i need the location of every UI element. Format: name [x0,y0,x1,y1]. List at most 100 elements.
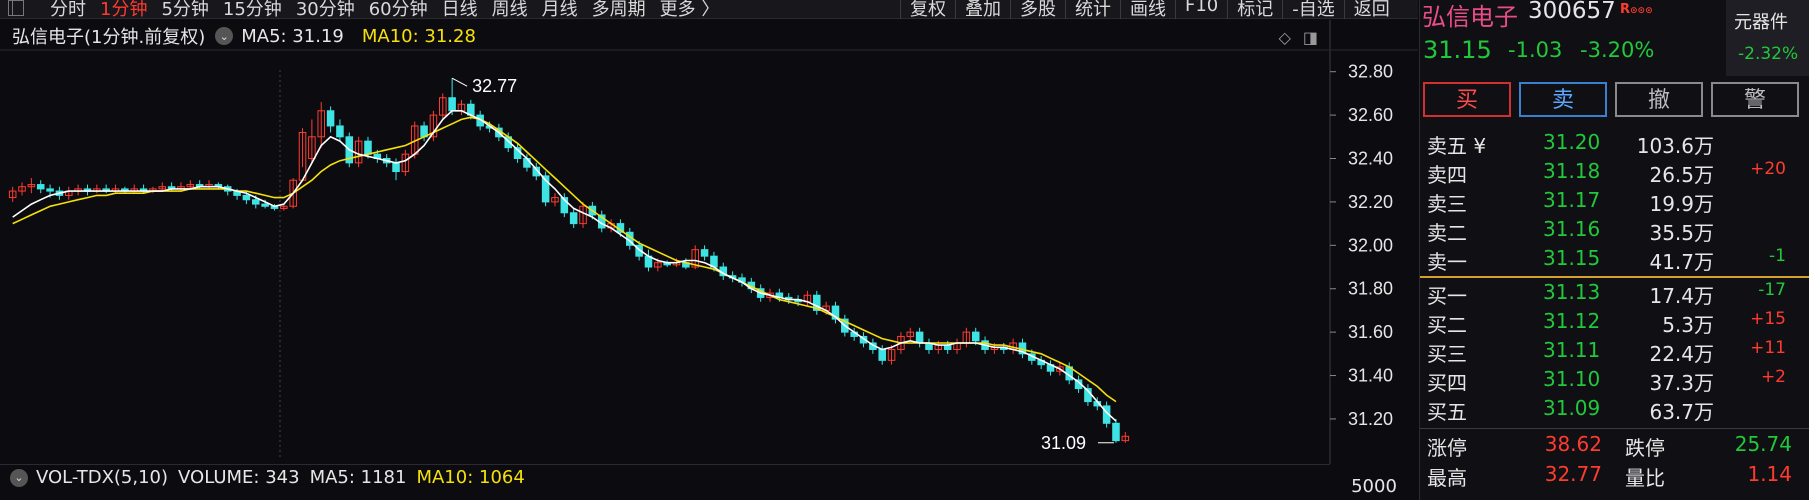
candle-body [364,140,372,155]
ask-price: 31.15 [1543,246,1601,270]
sector-change-pct: -2.32% [1738,44,1799,64]
limit-up-label: 涨停 [1427,436,1467,460]
price-alert-button[interactable]: 警 [1711,82,1799,117]
volume-ma5: MA5: 1181 [309,467,407,488]
tab-intraday[interactable]: 分时 [50,0,86,21]
ask-row: 卖三 31.17 19.9万 [1420,186,1809,216]
tab-15min[interactable]: 15分钟 [223,0,282,21]
tab-5min[interactable]: 5分钟 [161,0,208,21]
watchlist-button[interactable]: -自选 [1282,0,1344,20]
tab-60min[interactable]: 60分钟 [369,0,428,21]
back-button[interactable]: 返回 [1343,0,1399,20]
adjust-button[interactable]: 复权 [900,0,955,20]
ma10-line [12,116,1117,403]
limit-up-value: 38.62 [1544,432,1602,456]
ask-volume: 35.5万 [1649,221,1714,245]
ask-volume: 103.6万 [1636,134,1714,158]
volume-ratio-label: 量比 [1625,466,1665,490]
volume-ratio-value: 1.14 [1747,462,1792,486]
ask-volume: 26.5万 [1649,163,1714,187]
mark-button[interactable]: 标记 [1227,0,1282,20]
candle-body [326,110,335,127]
y-tick-label: 32.00 [1348,235,1393,255]
stock-code: 300657 [1528,0,1616,24]
sector-name: 元器件 [1734,12,1788,33]
ask-row: 卖一 31.15 41.7万 -1 [1420,244,1809,274]
ask-price: 31.18 [1543,159,1601,183]
stock-name: 弘信电子 [1422,3,1518,31]
y-tick-label: 32.80 [1348,62,1393,82]
period-toolbar: 分时 1分钟 5分钟 15分钟 30分钟 60分钟 日线 周线 月线 多周期 更… [0,0,1418,21]
ask-row: 卖五 ¥ 31.20 103.6万 [1420,128,1809,158]
bid-row: 买三 31.11 22.4万 +11 [1420,336,1809,366]
menu-icon[interactable] [8,0,24,16]
bid-change: +11 [1750,338,1786,358]
candle-body [242,194,251,201]
price-change: -1.03 [1508,38,1563,62]
candlestick-chart[interactable]: 32.80 32.60 32.40 32.20 32.00 31.80 31.60 31.40… [0,20,1418,464]
multi-stock-button[interactable]: 多股 [1010,0,1065,20]
buy-button[interactable]: 买 [1423,82,1511,117]
bid-label: 买四 [1427,371,1467,395]
chevron-down-icon[interactable]: ⌄ [10,468,28,487]
bid-volume: 17.4万 [1649,284,1714,308]
ask-price: 31.16 [1543,217,1601,241]
ask-change: +20 [1750,159,1786,179]
kline-chart-panel[interactable]: 32.80 32.60 32.40 32.20 32.00 31.80 31.60 31.40… [0,20,1418,464]
bid-row: 买四 31.10 37.3万 +2 [1420,365,1809,395]
tab-weekly[interactable]: 周线 [492,0,528,21]
ask-price: 31.20 [1543,130,1601,154]
stats-row: 涨停 38.62 跌停 25.74 [1420,429,1809,460]
candle-body [392,162,400,173]
bid-price: 31.10 [1543,367,1601,391]
bid-row: 买五 31.09 63.7万 [1420,394,1809,424]
last-price: 31.15 [1423,36,1492,64]
bid-label: 买三 [1427,342,1467,366]
ask-row: 卖四 31.18 26.5万 +20 [1420,157,1809,187]
bid-change: +2 [1760,367,1786,387]
bid-label: 买二 [1427,313,1467,337]
ask-row: 卖二 31.16 35.5万 [1420,215,1809,245]
y-tick-label: 31.60 [1348,322,1393,342]
candle-body [261,203,269,207]
bid-volume: 37.3万 [1649,371,1714,395]
tab-multi-period[interactable]: 多周期 [592,0,646,21]
bid-volume: 5.3万 [1662,313,1714,337]
tool-buttons: 复权 叠加 多股 统计 画线 F10 标记 -自选 返回 [900,0,1399,20]
bid-price: 31.09 [1543,396,1601,420]
tab-30min[interactable]: 30分钟 [296,0,355,21]
f10-button[interactable]: F10 [1175,0,1227,19]
sector-box[interactable]: 元器件 -2.32% [1726,0,1809,76]
bid-row: 买二 31.12 5.3万 +15 [1420,307,1809,337]
ask-price: 31.17 [1543,188,1601,212]
bid-label: 买一 [1427,284,1467,308]
bid-label: 买五 [1427,400,1467,424]
volume-header: ⌄ VOL-TDX(5,10) VOLUME: 343 MA5: 1181 MA… [0,464,1330,490]
volume-indicator-title: VOL-TDX(5,10) [36,467,169,488]
draw-line-button[interactable]: 画线 [1120,0,1175,20]
chevron-down-icon[interactable]: ⌄ [215,27,234,45]
volume-value: VOLUME: 343 [178,467,300,488]
bid-volume: 63.7万 [1649,400,1714,424]
margin-badge: R⊙⊙⊙ [1620,2,1653,17]
tab-daily[interactable]: 日线 [442,0,478,21]
bid-row: 买一 31.13 17.4万 -17 [1420,278,1809,308]
high-value: 32.77 [1544,462,1602,486]
tab-monthly[interactable]: 月线 [542,0,578,21]
tab-more[interactable]: 更多 〉 [660,0,720,21]
price-change-pct: -3.20% [1580,38,1655,62]
bid-price: 31.13 [1543,280,1601,304]
panel-toggle-icon[interactable]: ◨ [1303,28,1318,47]
period-tabs: 分时 1分钟 5分钟 15分钟 30分钟 60分钟 日线 周线 月线 多周期 更… [50,0,733,21]
high-marker-arrow [451,77,468,87]
stats-row: 最高 32.77 量比 1.14 [1420,459,1809,490]
diamond-icon[interactable]: ◇ [1279,28,1291,47]
tab-1min[interactable]: 1分钟 [100,0,147,21]
sell-button[interactable]: 卖 [1519,82,1607,117]
overlay-button[interactable]: 叠加 [955,0,1010,20]
cancel-order-button[interactable]: 撤 [1615,82,1703,117]
limit-down-label: 跌停 [1625,436,1665,460]
quote-panel: 弘信电子 300657 R⊙⊙⊙ 31.15 -1.03 -3.20% 元器件 … [1419,0,1809,500]
statistics-button[interactable]: 统计 [1065,0,1120,20]
chart-header: 弘信电子(1分钟.前复权) ⌄ MA5: 31.19 MA10: 31.28 [0,20,1330,52]
